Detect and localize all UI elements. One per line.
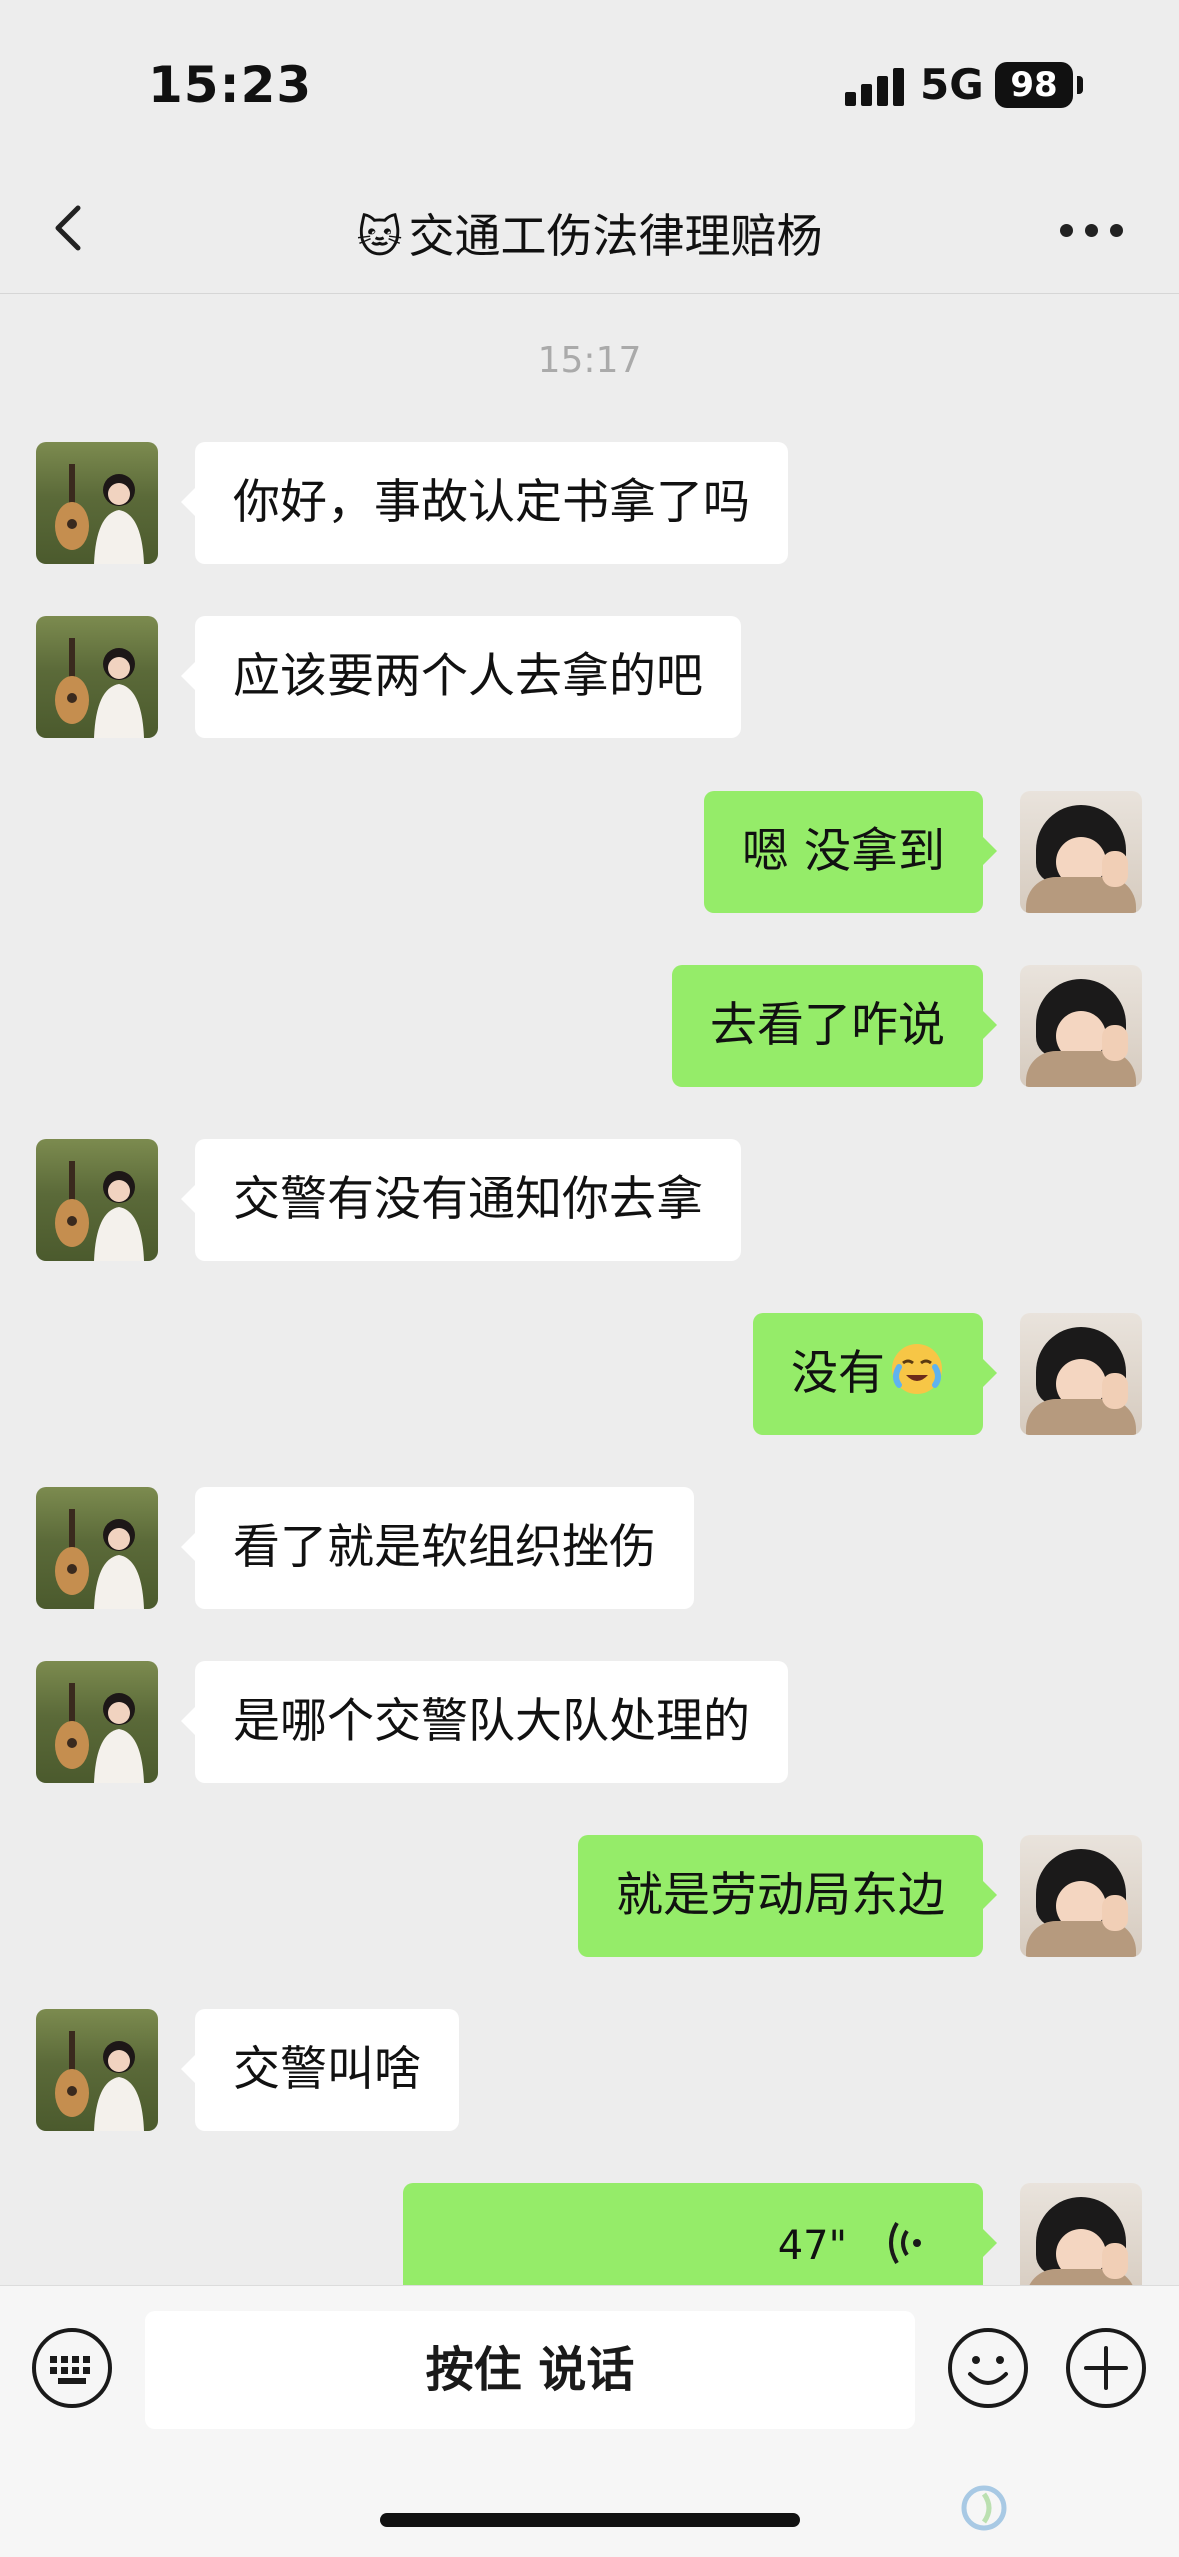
person-icon [94, 1519, 144, 1609]
cat-face-icon: 🐱 [356, 212, 403, 263]
person-icon [94, 2041, 144, 2131]
person-icon [94, 474, 144, 564]
voice-wave-icon [889, 2221, 921, 2265]
message-text: 没有 [791, 1346, 885, 1401]
keyboard-icon[interactable] [30, 2326, 114, 2410]
message-row: 你好，事故认定书拿了吗 [0, 442, 1179, 567]
message-row: 去看了咋说 [0, 965, 1179, 1090]
crying-face-emoji-icon [892, 1344, 942, 1394]
network-type: 5G [920, 60, 984, 109]
contact-avatar[interactable] [36, 1139, 158, 1261]
more-horizontal-icon[interactable] [1060, 224, 1124, 238]
message-row: 就是劳动局东边 [0, 1835, 1179, 1960]
contact-avatar[interactable] [36, 1487, 158, 1609]
chat-title: 🐱 交通工伤法律理赔杨 [0, 200, 1179, 266]
voice-duration: 47" [777, 2223, 847, 2269]
contact-avatar[interactable] [36, 1661, 158, 1783]
plus-circle-icon[interactable] [1064, 2326, 1148, 2410]
received-message-bubble[interactable]: 看了就是软组织挫伤 [181, 1487, 694, 1609]
watermark-logo [960, 2484, 1160, 2544]
person-icon [94, 648, 144, 738]
received-message-bubble[interactable]: 你好，事故认定书拿了吗 [181, 442, 788, 564]
hold-to-talk-button[interactable]: 按住 说话 [145, 2311, 915, 2429]
battery-tip [1077, 76, 1083, 94]
received-message-bubble[interactable]: 是哪个交警队大队处理的 [181, 1661, 788, 1783]
status-time: 15:23 [148, 56, 313, 114]
sent-message-bubble[interactable]: 没有 [753, 1313, 997, 1435]
home-indicator [380, 2513, 800, 2527]
received-message-bubble[interactable]: 应该要两个人去拿的吧 [181, 616, 741, 738]
chat-header: 🐱 交通工伤法律理赔杨 [0, 160, 1179, 294]
contact-avatar[interactable] [36, 442, 158, 564]
message-row: 交警有没有通知你去拿 [0, 1139, 1179, 1264]
person-icon [94, 1693, 144, 1783]
my-avatar[interactable] [1020, 791, 1142, 913]
sent-message-bubble[interactable]: 去看了咋说 [672, 965, 997, 1087]
message-row: 是哪个交警队大队处理的 [0, 1661, 1179, 1786]
message-row: 应该要两个人去拿的吧 [0, 616, 1179, 741]
status-bar: 15:23 5G 98 [0, 0, 1179, 160]
contact-avatar[interactable] [36, 2009, 158, 2131]
received-message-bubble[interactable]: 交警有没有通知你去拿 [181, 1139, 741, 1261]
message-row: 没有 [0, 1313, 1179, 1438]
battery-icon: 98 [995, 62, 1073, 108]
person-icon [94, 1171, 144, 1261]
message-row: 看了就是软组织挫伤 [0, 1487, 1179, 1612]
message-timestamp: 15:17 [537, 340, 642, 381]
signal-icon [845, 66, 905, 106]
message-row: 嗯 没拿到 [0, 791, 1179, 916]
sent-message-bubble[interactable]: 嗯 没拿到 [704, 791, 997, 913]
contact-avatar[interactable] [36, 616, 158, 738]
input-bar: 按住 说话 [0, 2285, 1179, 2557]
message-row: 交警叫啥 [0, 2009, 1179, 2134]
my-avatar[interactable] [1020, 1835, 1142, 1957]
my-avatar[interactable] [1020, 965, 1142, 1087]
chat-title-text: 交通工伤法律理赔杨 [408, 209, 823, 263]
my-avatar[interactable] [1020, 1313, 1142, 1435]
smiley-icon[interactable] [946, 2326, 1030, 2410]
received-message-bubble[interactable]: 交警叫啥 [181, 2009, 459, 2131]
sent-message-bubble[interactable]: 就是劳动局东边 [578, 1835, 997, 1957]
